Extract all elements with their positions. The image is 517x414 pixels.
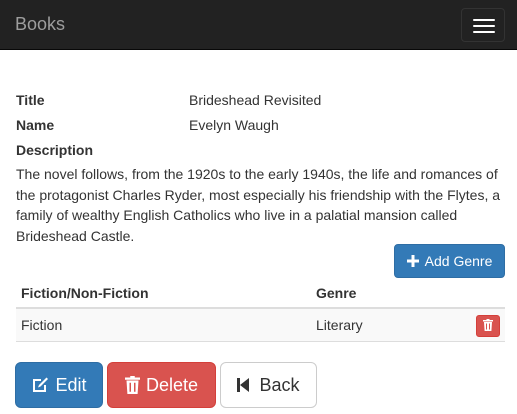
edit-icon [31, 376, 49, 394]
column-header-type: Fiction/Non-Fiction [21, 285, 149, 301]
hamburger-icon [473, 19, 495, 21]
trash-icon [124, 376, 140, 394]
back-label: Back [259, 374, 300, 395]
delete-genre-button[interactable] [476, 315, 500, 337]
plus-icon [406, 255, 419, 267]
back-button[interactable]: Back [220, 362, 317, 408]
delete-button[interactable]: Delete [107, 362, 216, 408]
delete-label: Delete [145, 374, 199, 395]
navbar-toggle-button[interactable] [461, 8, 505, 42]
navbar: Books [0, 0, 517, 50]
add-genre-label: Add Genre [424, 253, 493, 269]
column-header-genre: Genre [316, 285, 357, 301]
table-row [16, 309, 505, 342]
edit-button[interactable]: Edit [15, 362, 103, 408]
name-value: Evelyn Waugh [189, 117, 279, 133]
row-genre-cell: Literary [316, 317, 363, 333]
name-label: Name [16, 117, 55, 133]
step-backward-icon [237, 377, 250, 393]
edit-label: Edit [55, 374, 87, 395]
navbar-brand[interactable]: Books [15, 14, 65, 34]
row-type-cell: Fiction [21, 317, 63, 333]
trash-icon [483, 318, 493, 334]
title-value: Brideshead Revisited [189, 92, 322, 108]
description-label: Description [16, 142, 94, 158]
description-text: The novel follows, from the 1920s to the… [16, 166, 501, 244]
title-label: Title [16, 92, 45, 108]
add-genre-button[interactable]: Add Genre [394, 244, 505, 278]
